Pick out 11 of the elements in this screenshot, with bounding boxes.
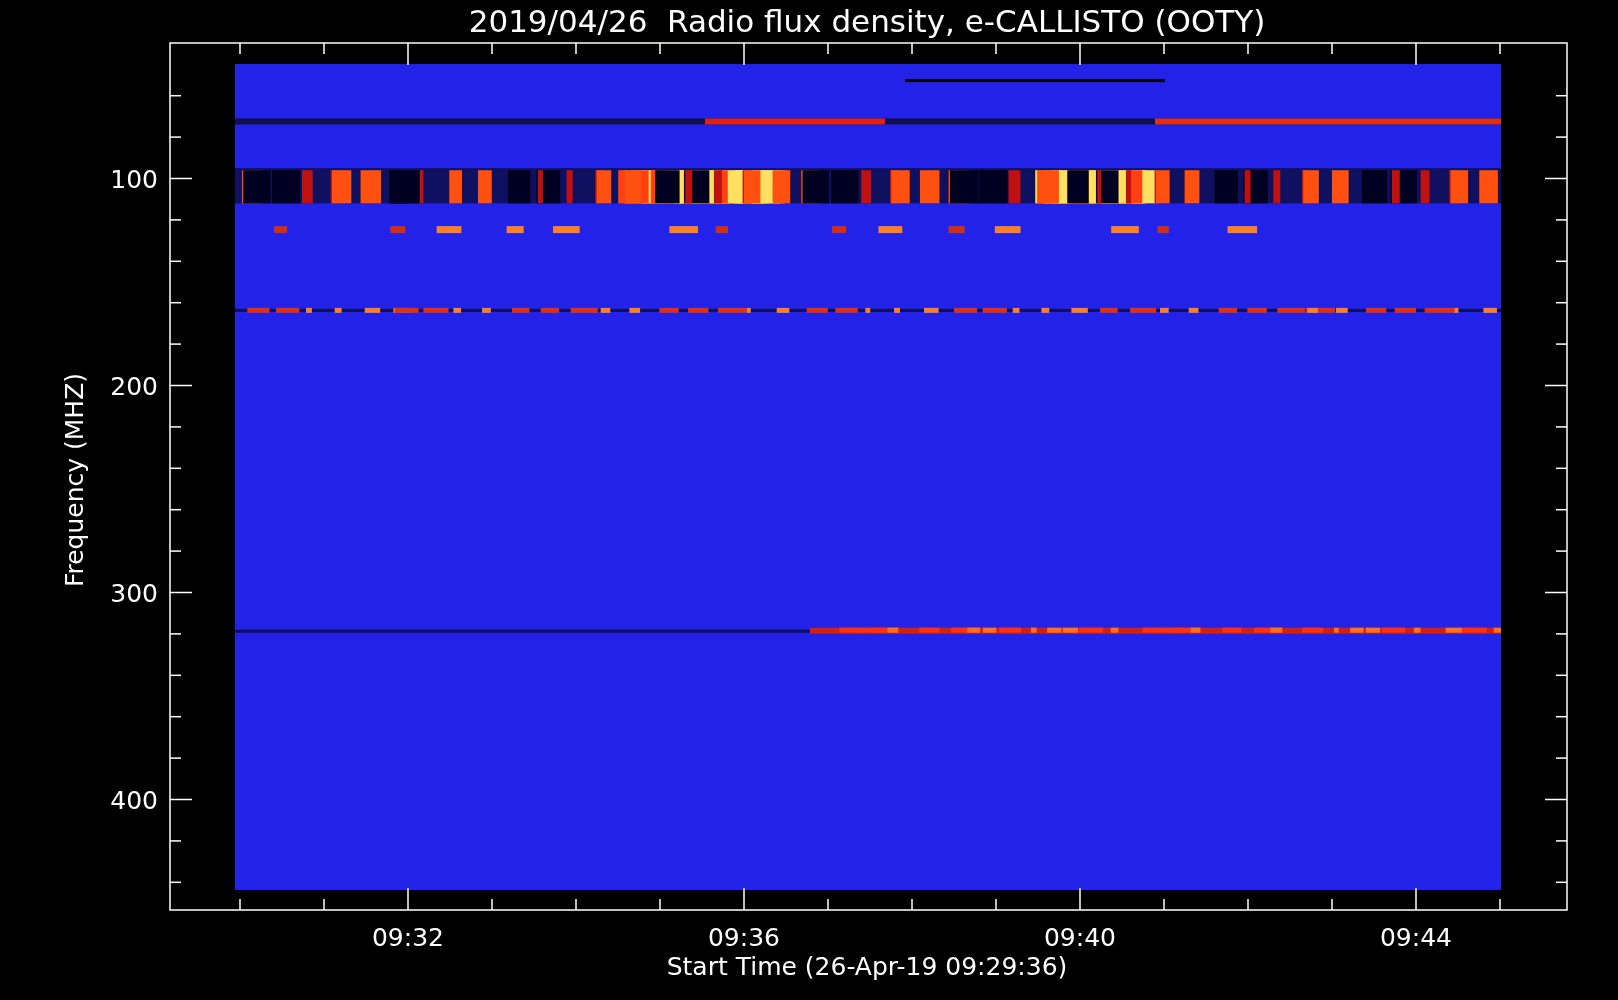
- tick-label: 200: [110, 371, 158, 401]
- tick-label: 09:40: [1044, 923, 1116, 952]
- tick-label: 09:32: [372, 923, 444, 952]
- axis-label: Frequency (MHZ): [60, 372, 89, 588]
- tick-label: 09:36: [708, 923, 780, 952]
- tick-label: 09:44: [1380, 923, 1452, 952]
- chart-title: 2019/04/26 Radio flux density, e-CALLISTO (OOTY): [468, 3, 1266, 39]
- tick-label: 100: [110, 164, 158, 194]
- axis-label: Start Time (26-Apr-19 09:29:36): [666, 952, 1068, 981]
- tick-label: 300: [110, 578, 158, 608]
- tick-label: 400: [110, 785, 158, 815]
